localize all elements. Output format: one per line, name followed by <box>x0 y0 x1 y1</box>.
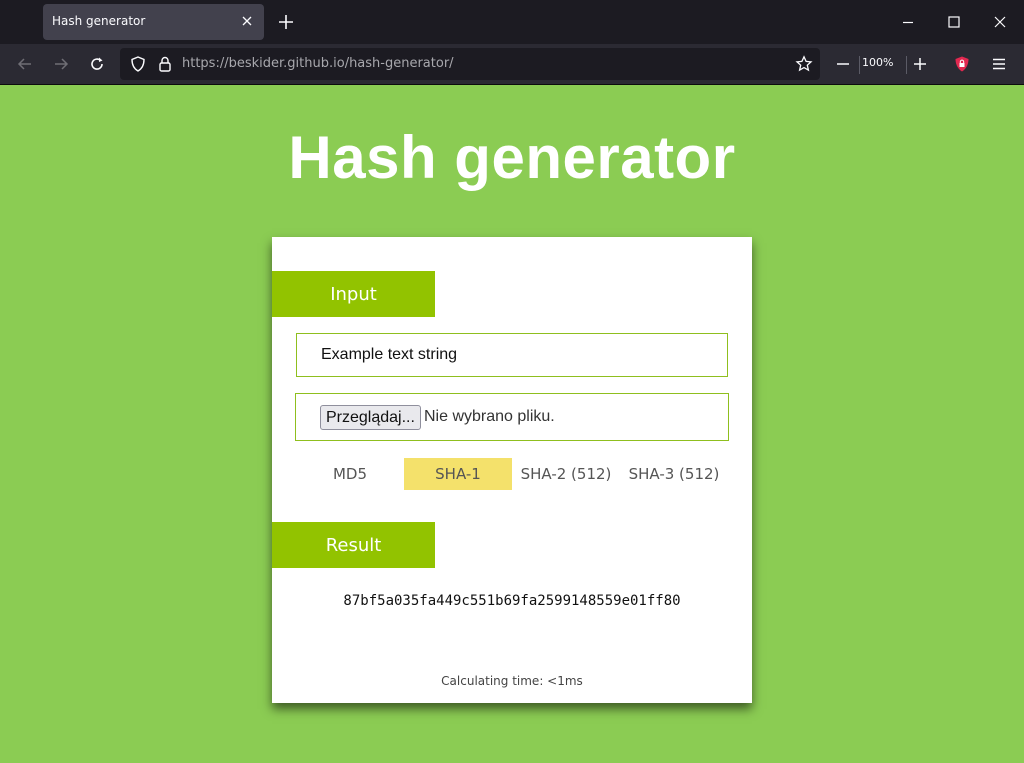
forward-arrow-icon[interactable] <box>52 55 70 73</box>
zoom-level[interactable]: 100% <box>862 56 893 69</box>
reload-icon[interactable] <box>88 55 106 73</box>
zoom-in-icon[interactable] <box>911 55 929 73</box>
algo-sha3-512[interactable]: SHA-3 (512) <box>620 458 728 490</box>
address-bar[interactable]: https://beskider.github.io/hash-generato… <box>120 48 820 80</box>
algo-sha1[interactable]: SHA-1 <box>404 458 512 490</box>
algo-md5[interactable]: MD5 <box>296 458 404 490</box>
text-input[interactable] <box>296 333 728 377</box>
new-tab-icon[interactable] <box>276 12 296 32</box>
tracking-protection-shield-icon[interactable] <box>129 55 147 73</box>
result-section-heading: Result <box>272 522 435 568</box>
maximize-icon[interactable] <box>944 12 964 32</box>
extension-shield-icon[interactable] <box>953 55 971 73</box>
browse-file-button[interactable]: Przeglądaj... <box>320 405 421 430</box>
url-host: https://beskider.github.io <box>182 56 345 71</box>
toolbar-divider <box>906 56 907 74</box>
hamburger-menu-icon[interactable] <box>990 55 1008 73</box>
file-status: Nie wybrano pliku. <box>424 408 555 425</box>
hash-output: 87bf5a035fa449c551b69fa2599148559e01ff80 <box>343 593 681 609</box>
zoom-out-icon[interactable] <box>834 55 852 73</box>
tab-strip: Hash generator <box>0 0 1024 44</box>
minimize-icon[interactable] <box>898 12 918 32</box>
url-path: /hash-generator/ <box>344 56 454 71</box>
algo-sha2-512[interactable]: SHA-2 (512) <box>512 458 620 490</box>
close-window-icon[interactable] <box>990 12 1010 32</box>
toolbar-divider <box>859 56 860 74</box>
page-title: Hash generator <box>288 124 736 191</box>
url-text[interactable]: https://beskider.github.io/hash-generato… <box>182 56 454 71</box>
browser-tab[interactable]: Hash generator <box>43 4 264 40</box>
page-viewport: Hash generator Input Przeglądaj... Nie w… <box>0 85 1024 763</box>
bookmark-star-icon[interactable] <box>795 55 813 73</box>
hash-card: Input Przeglądaj... Nie wybrano pliku. M… <box>272 237 752 703</box>
navigation-toolbar: https://beskider.github.io/hash-generato… <box>0 44 1024 85</box>
tab-title: Hash generator <box>52 14 146 28</box>
lock-icon[interactable] <box>156 55 174 73</box>
back-arrow-icon[interactable] <box>16 55 34 73</box>
file-input-box: Przeglądaj... Nie wybrano pliku. <box>295 393 729 441</box>
calculating-time: Calculating time: <1ms <box>441 674 583 688</box>
input-section-heading: Input <box>272 271 435 317</box>
close-tab-icon[interactable] <box>240 14 254 28</box>
